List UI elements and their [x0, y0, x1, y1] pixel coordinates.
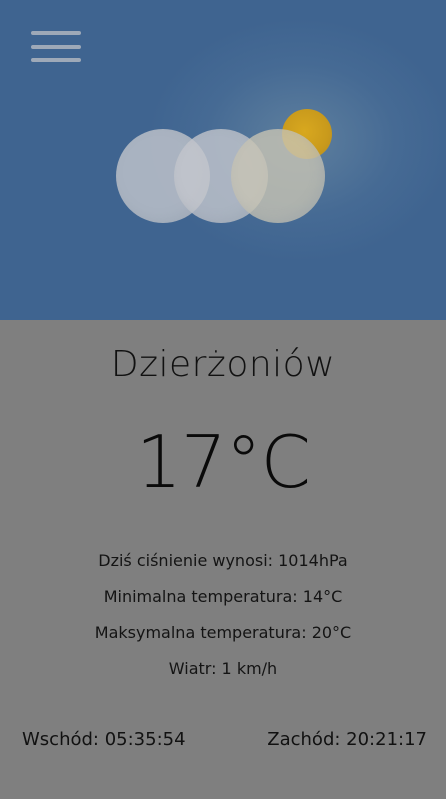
menu-bar-bottom — [31, 58, 81, 62]
pressure-text: Dziś ciśnienie wynosi: 1014hPa — [98, 551, 348, 570]
weather-app: Dzierżoniów 17°C Dziś ciśnienie wynosi: … — [0, 0, 446, 799]
weather-details: Dziś ciśnienie wynosi: 1014hPa Minimalna… — [0, 548, 446, 692]
city-name: Dzierżoniów — [110, 344, 336, 385]
sunrise-time: Wschód: 05:35:54 — [22, 729, 186, 750]
menu-bar-top — [31, 31, 81, 35]
weather-hero — [0, 0, 446, 320]
sunset-time: Zachód: 20:21:17 — [267, 729, 427, 750]
min-temperature-text: Minimalna temperatura: 14°C — [103, 587, 343, 606]
cloud-icon — [231, 129, 325, 223]
wind-text: Wiatr: 1 km/h — [168, 659, 278, 678]
partly-cloudy-icon — [110, 100, 340, 230]
current-temperature: 17°C — [136, 420, 311, 504]
hamburger-menu-icon[interactable] — [31, 31, 81, 63]
max-temperature-text: Maksymalna temperatura: 20°C — [94, 623, 352, 642]
menu-bar-middle — [31, 45, 81, 49]
